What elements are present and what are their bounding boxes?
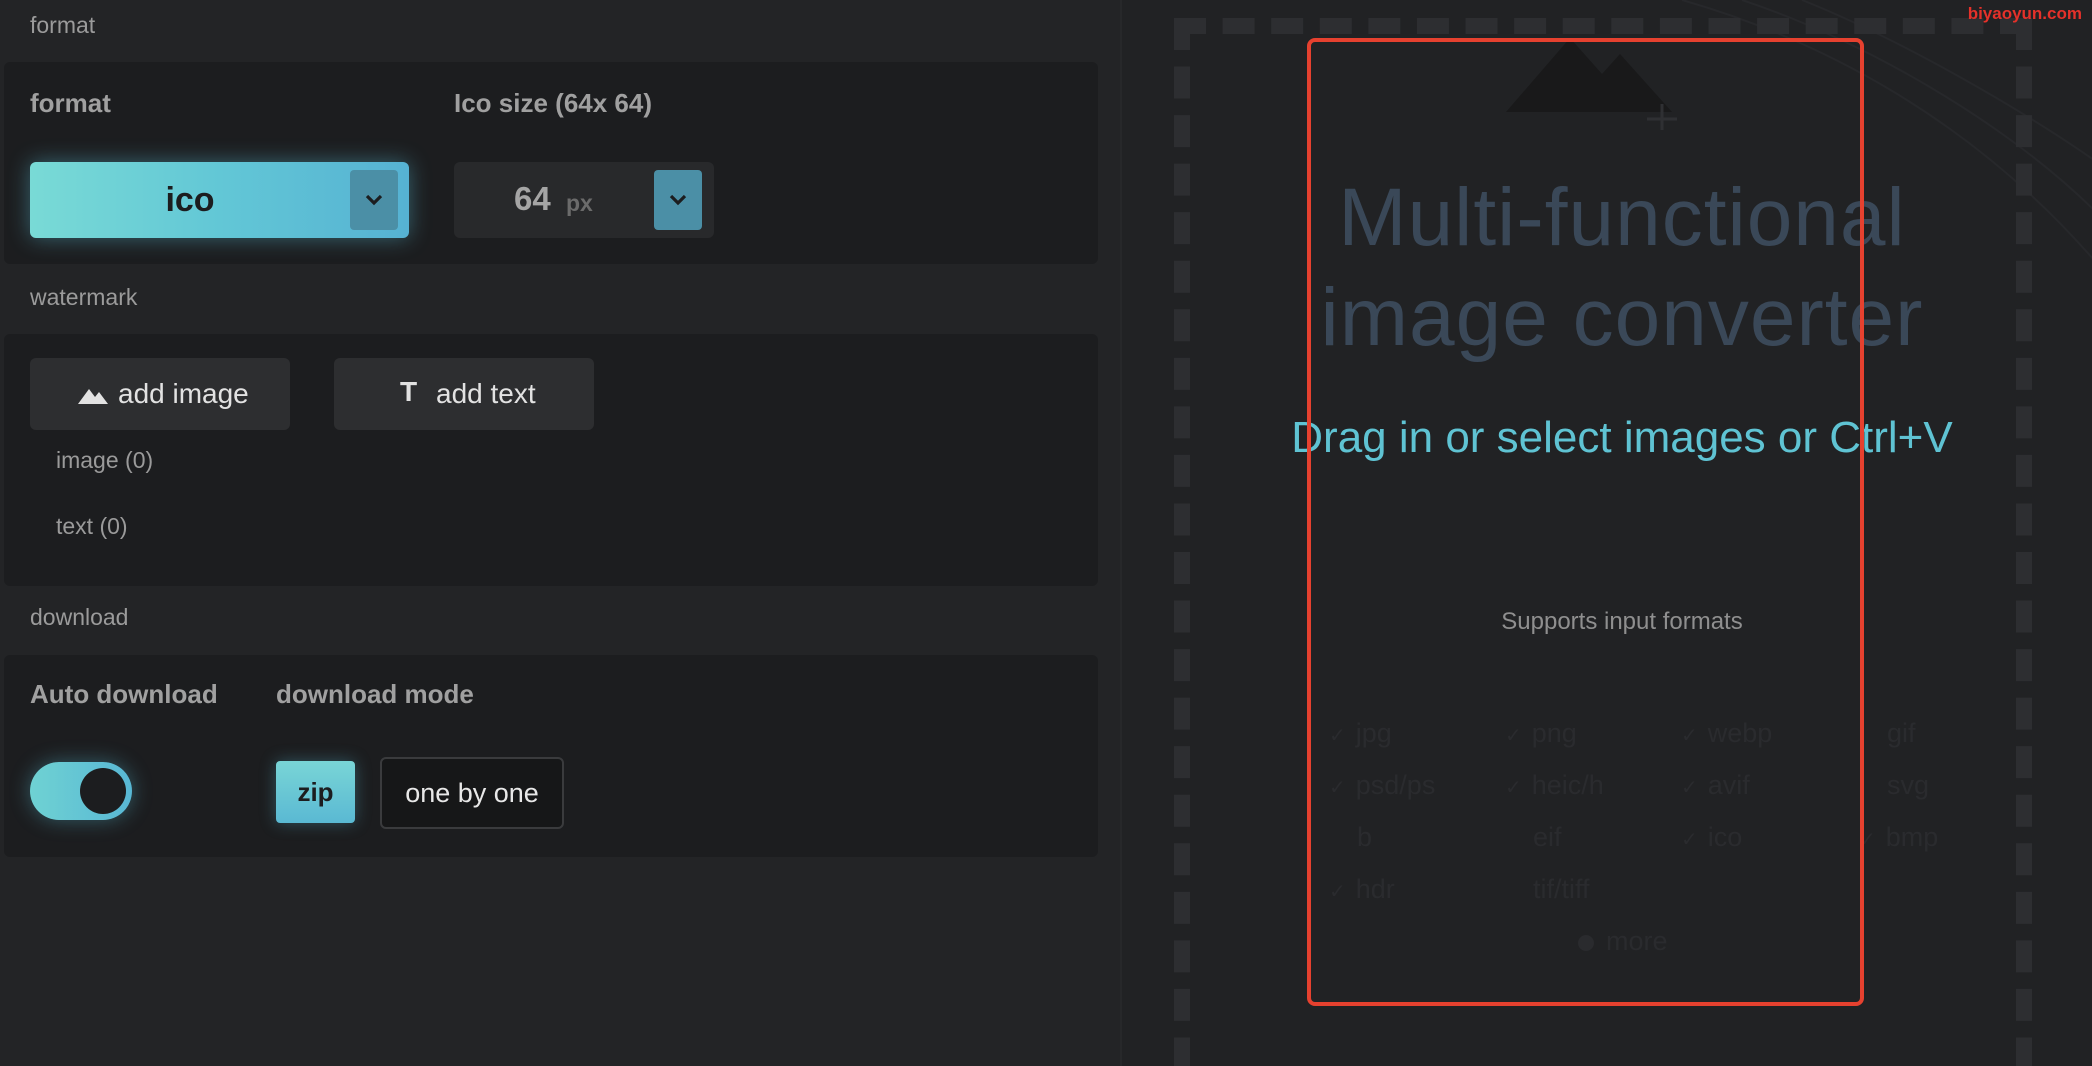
supports-formats-label: Supports input formats [1501,608,1743,635]
format-label: heic/h [1531,770,1604,800]
add-image-button[interactable]: add image [30,358,290,430]
site-watermark: biyaoyun.com [1967,4,2082,23]
format-item: ✓ avif [1681,770,1750,801]
format-label: tif/tiff [1533,874,1590,904]
watermark-section-title: watermark [30,284,138,310]
format-item: ✓ webp [1681,718,1772,749]
ico-size-select[interactable]: 64 px [454,162,714,238]
ico-size-label: Ico size (64x 64) [454,88,652,118]
image-upload-icon [1506,38,1677,130]
check-icon: ✓ [1505,725,1522,747]
dot-icon [1578,934,1594,951]
format-item: gif [1859,718,1916,749]
format-item: ✓ heic/h [1505,770,1604,801]
zip-mode-button[interactable]: zip [276,761,355,823]
dropzone-panel[interactable]: Multi-functional image converter Drag in… [1120,0,2092,1066]
more-label: more [1606,926,1668,956]
image-watermark-count: image (0) [56,447,154,473]
download-section-title: download [30,604,129,630]
format-label: psd/ps [1355,770,1436,800]
format-label: webp [1707,718,1773,748]
ico-size-value: 64 [514,180,551,217]
download-mode-label: download mode [276,679,474,709]
format-label: avif [1707,770,1750,800]
format-item: svg [1859,770,1929,801]
format-section-title: format [30,12,96,38]
check-icon: ✓ [1329,881,1346,903]
text-watermark-count: text (0) [56,513,128,539]
text-t-icon: T [400,376,418,407]
check-icon: ✓ [1329,725,1346,747]
format-item: ✓ jpg [1329,718,1392,749]
toggle-knob [80,768,126,814]
one-by-one-mode-button[interactable]: one by one [380,757,564,829]
format-label: png [1531,718,1577,748]
auto-download-toggle[interactable] [30,762,132,820]
format-item: ✓ psd/ps [1329,770,1435,801]
format-label: format [30,88,111,118]
check-icon: ✓ [1859,829,1876,851]
format-select[interactable]: ico [30,162,409,238]
chevron-down-icon[interactable] [654,170,702,230]
format-item: tif/tiff [1505,874,1590,905]
format-select-value: ico [165,181,215,219]
format-label: eif [1533,822,1562,852]
add-text-button[interactable]: T add text [334,358,594,430]
format-item: eif [1505,822,1562,853]
format-item: b [1329,822,1372,853]
format-label: ico [1707,822,1743,852]
check-icon: ✓ [1681,725,1698,747]
format-label: bmp [1885,822,1939,852]
ico-size-unit: px [566,190,593,216]
converter-title: Multi-functional image converter [1320,172,1924,363]
add-image-label: add image [118,378,249,409]
check-icon: ✓ [1505,777,1522,799]
more-formats-link[interactable]: more [1578,926,1668,957]
check-icon: ✓ [1681,777,1698,799]
format-label: gif [1887,718,1916,748]
check-icon: ✓ [1329,777,1346,799]
format-item: ✓ bmp [1859,822,1938,853]
format-label: svg [1887,770,1930,800]
format-label: hdr [1355,874,1395,904]
format-item: ✓ png [1505,718,1577,749]
mountain-icon [78,389,108,404]
format-item: ✓ ico [1681,822,1742,853]
auto-download-label: Auto download [30,679,218,709]
chevron-down-icon[interactable] [350,170,398,230]
format-label: jpg [1355,718,1392,748]
format-item: ✓ hdr [1329,874,1395,905]
format-label: b [1357,822,1373,852]
check-icon: ✓ [1681,829,1698,851]
drag-instruction: Drag in or select images or Ctrl+V [1291,413,1953,462]
settings-panel: format format Ico size (64x 64) ico 64 p… [0,0,1120,1066]
add-text-label: add text [436,378,536,409]
